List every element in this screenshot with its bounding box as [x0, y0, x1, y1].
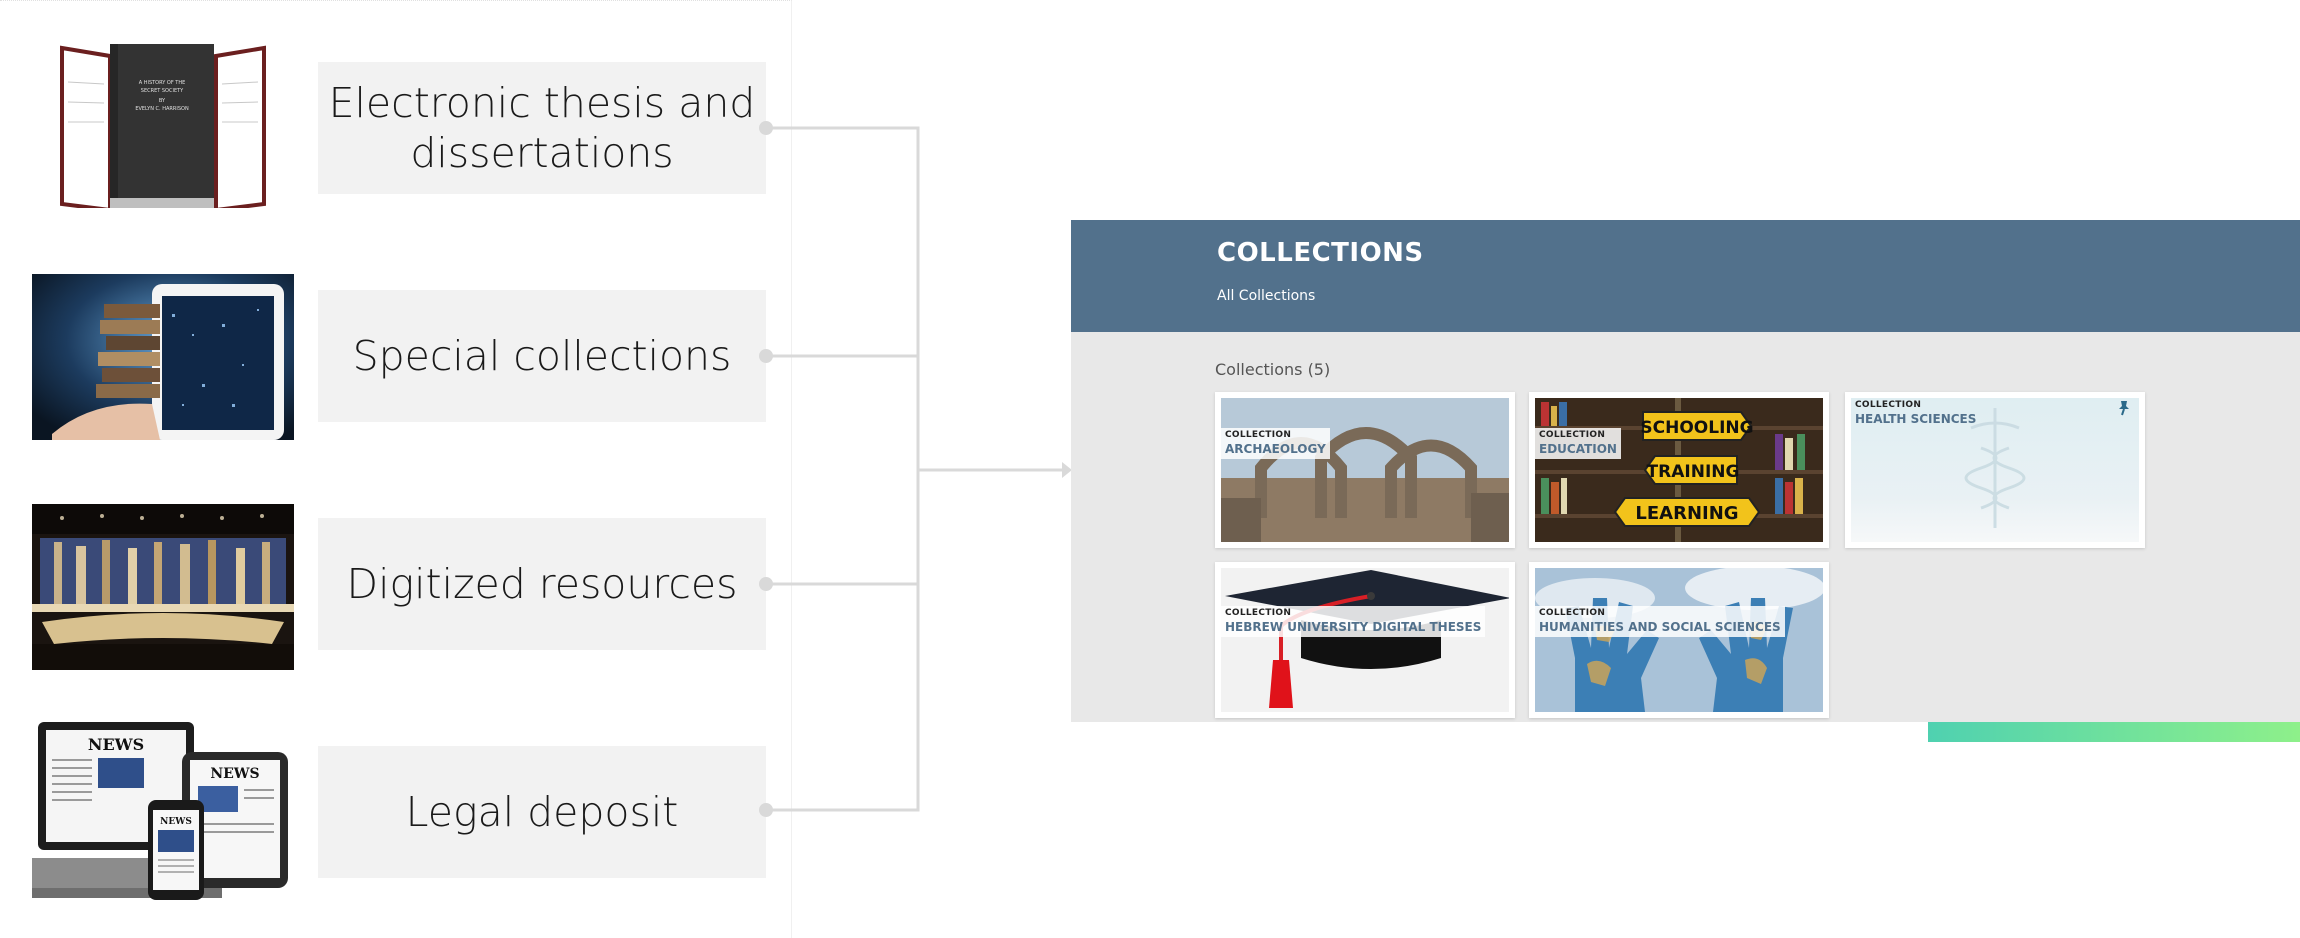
sign-text: SCHOOLING [1640, 418, 1753, 438]
hands-world-map-image [1535, 568, 1823, 712]
pin-icon[interactable] [2117, 400, 2131, 416]
card-label: COLLECTION EDUCATION [1535, 428, 1621, 459]
card-kind: COLLECTION [1539, 608, 1606, 618]
collection-card-humanities-and-social-sciences[interactable]: COLLECTION HUMANITIES AND SOCIAL SCIENCE… [1529, 562, 1829, 718]
connector-dot [759, 803, 773, 817]
sign-text: TRAINING [1647, 462, 1740, 482]
page-title: COLLECTIONS [1217, 238, 1424, 268]
card-title: EDUCATION [1539, 442, 1617, 456]
accent-bar [1928, 722, 2300, 742]
card-title: ARCHAEOLOGY [1225, 442, 1326, 456]
breadcrumb[interactable]: All Collections [1217, 288, 1315, 304]
card-label: COLLECTION HEALTH SCIENCES [1851, 398, 1980, 429]
card-title: HEALTH SCIENCES [1855, 412, 1977, 426]
card-kind: COLLECTION [1225, 430, 1292, 440]
card-kind: COLLECTION [1539, 430, 1606, 440]
education-image: SCHOOLING TRAINING LEARNING [1535, 398, 1823, 542]
card-title: HEBREW UNIVERSITY DIGITAL THESES [1225, 620, 1482, 634]
archaeology-image [1221, 398, 1509, 542]
collection-card-health-sciences[interactable]: COLLECTION HEALTH SCIENCES [1845, 392, 2145, 548]
collection-card-archaeology[interactable]: COLLECTION ARCHAEOLOGY [1215, 392, 1515, 548]
connector-dot [759, 349, 773, 363]
card-kind: COLLECTION [1855, 400, 1922, 410]
card-kind: COLLECTION [1225, 608, 1292, 618]
card-title: HUMANITIES AND SOCIAL SCIENCES [1539, 620, 1781, 634]
collections-count: Collections (5) [1215, 360, 1331, 379]
sign-text: LEARNING [1635, 503, 1738, 524]
collection-card-education[interactable]: SCHOOLING TRAINING LEARNING COLLECTION E… [1529, 392, 1829, 548]
card-label: COLLECTION HEBREW UNIVERSITY DIGITAL THE… [1221, 606, 1486, 637]
collections-screenshot: COLLECTIONS All Collections Collections … [1071, 220, 2300, 722]
graduation-cap-image [1221, 568, 1509, 712]
card-label: COLLECTION HUMANITIES AND SOCIAL SCIENCE… [1535, 606, 1785, 637]
connector-dot [759, 121, 773, 135]
connector-dot [759, 577, 773, 591]
card-label: COLLECTION ARCHAEOLOGY [1221, 428, 1330, 459]
collection-card-hebrew-university-digital-theses[interactable]: COLLECTION HEBREW UNIVERSITY DIGITAL THE… [1215, 562, 1515, 718]
collections-header: COLLECTIONS All Collections [1071, 220, 2300, 332]
